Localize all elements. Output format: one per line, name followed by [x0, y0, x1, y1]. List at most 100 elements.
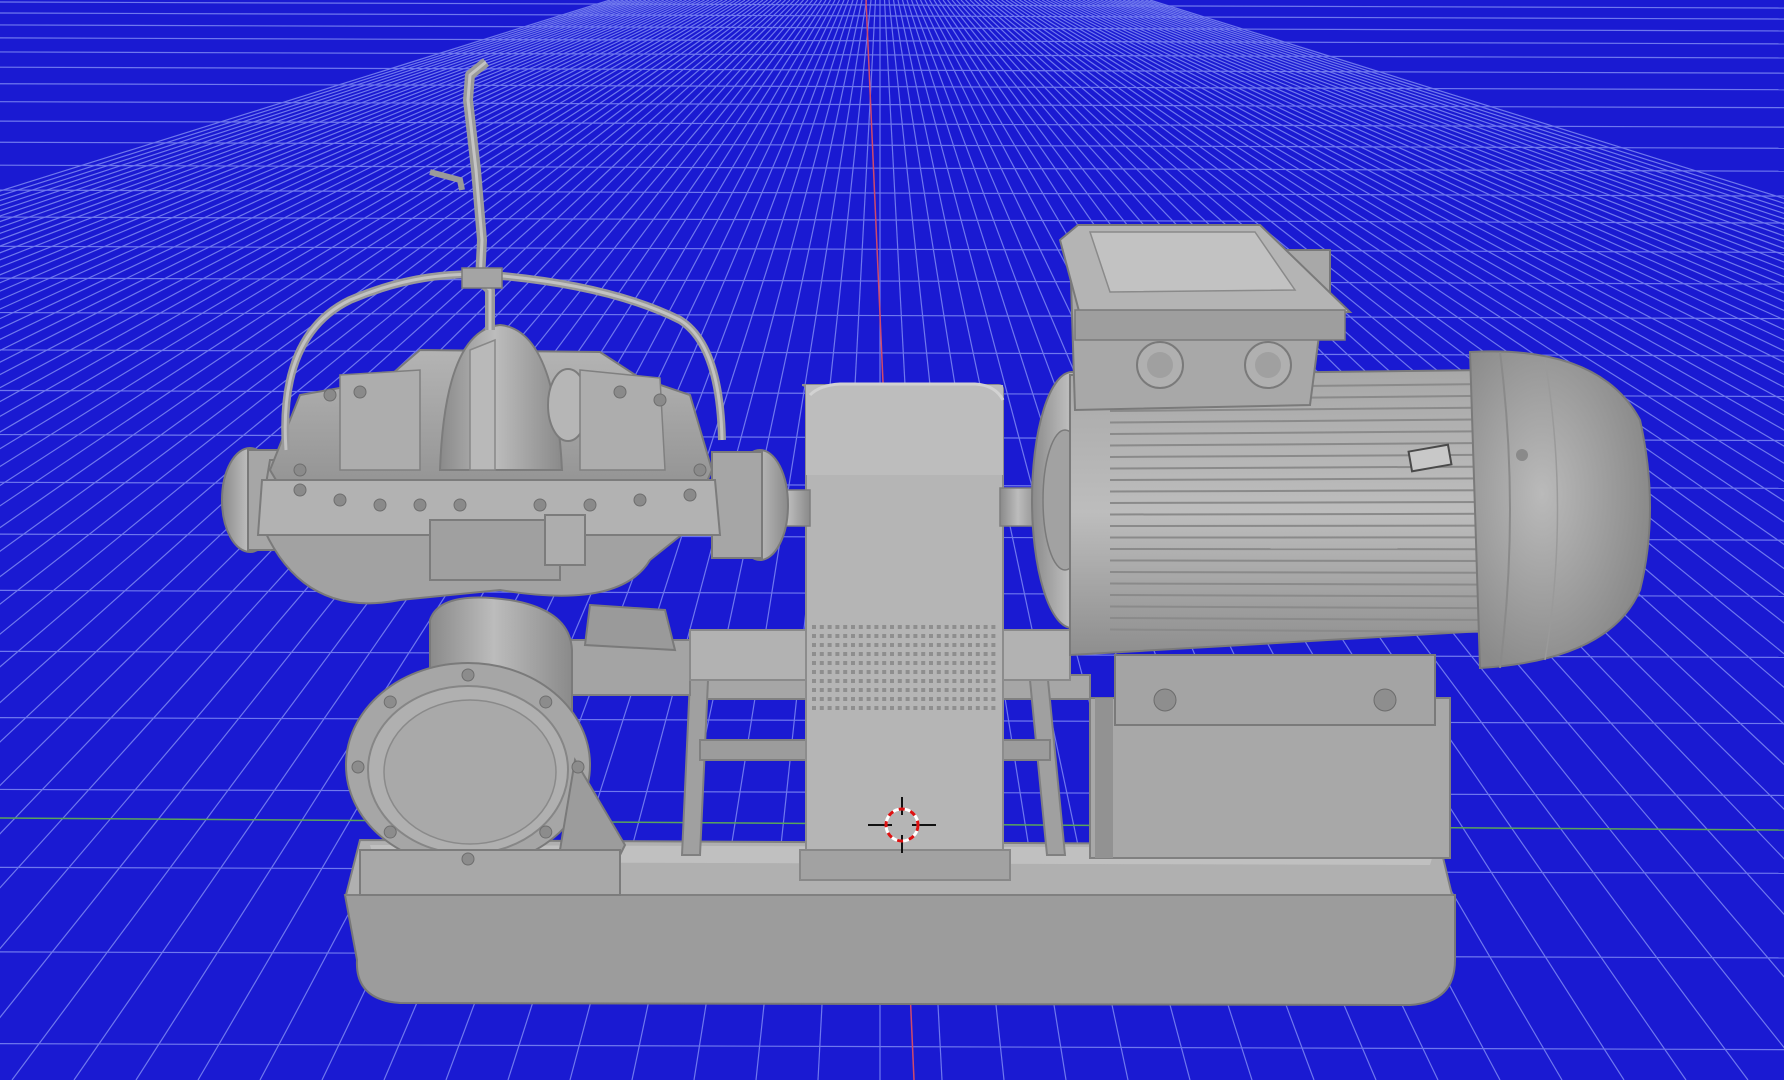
vent-hole [929, 697, 933, 701]
vent-hole [929, 652, 933, 656]
vent-hole [936, 652, 941, 656]
vent-hole [936, 661, 941, 665]
vent-hole [991, 652, 996, 656]
grid-line [0, 164, 1784, 172]
vent-hole [858, 661, 863, 665]
vent-hole [968, 643, 972, 647]
vent-hole [851, 670, 855, 674]
vent-hole [944, 688, 949, 692]
vent-hole [897, 670, 902, 674]
vent-hole [890, 688, 894, 692]
cooling-fin [1109, 582, 1491, 586]
bolt [293, 463, 307, 477]
vent-hole [882, 688, 887, 692]
vent-hole [929, 688, 933, 692]
vent-hole [913, 670, 918, 674]
bolt [693, 463, 707, 477]
vent-hole [921, 706, 926, 710]
vent-hole [944, 697, 949, 701]
vent-hole [874, 661, 879, 665]
vent-hole [952, 634, 957, 638]
vent-hole [812, 688, 816, 692]
vent-hole [874, 634, 879, 638]
vent-hole [890, 670, 894, 674]
vent-hole [851, 643, 855, 647]
vent-hole [874, 688, 879, 692]
vent-hole [944, 634, 949, 638]
vent-hole [812, 670, 816, 674]
vent-hole [819, 670, 824, 674]
bolt [633, 493, 647, 507]
vent-hole [944, 706, 949, 710]
vent-hole [835, 688, 840, 692]
vent-hole [983, 625, 988, 629]
vent-hole [851, 625, 855, 629]
vent-hole [960, 643, 965, 647]
vent-hole [835, 652, 840, 656]
coupling-guard[interactable] [799, 382, 1011, 881]
vent-hole [819, 634, 824, 638]
vent-hole [827, 679, 832, 683]
vent-hole [866, 634, 871, 638]
vent-hole [968, 670, 972, 674]
vent-hole [890, 679, 894, 683]
vent-hole [991, 625, 996, 629]
vent-hole [913, 625, 918, 629]
vent-hole [819, 688, 824, 692]
vent-hole [843, 643, 848, 647]
vent-hole [960, 661, 965, 665]
vent-hole [960, 652, 965, 656]
vent-hole [882, 670, 887, 674]
flange-bolt [383, 695, 397, 709]
vent-hole [929, 634, 933, 638]
cooling-fin [1109, 559, 1491, 562]
bolt [323, 388, 337, 402]
vent-hole [983, 661, 988, 665]
vent-hole [843, 697, 848, 701]
vent-hole [983, 679, 988, 683]
vent-hole [936, 688, 941, 692]
vent-hole [983, 688, 988, 692]
vent-hole [890, 643, 894, 647]
bolt [653, 393, 667, 407]
bolt [453, 498, 467, 512]
vent-hole [874, 670, 879, 674]
vent-hole [936, 643, 941, 647]
vent-hole [851, 688, 855, 692]
vent-hole [936, 670, 941, 674]
vent-hole [858, 706, 863, 710]
grid-line [0, 51, 1784, 59]
vent-hole [975, 697, 980, 701]
grid-line [0, 277, 1784, 285]
vent-hole [812, 706, 816, 710]
vent-hole [905, 634, 910, 638]
3d-viewport[interactable] [0, 0, 1784, 1080]
vent-hole [851, 634, 855, 638]
vent-hole [913, 643, 918, 647]
vent-hole [929, 661, 933, 665]
vent-hole [882, 679, 887, 683]
vent-hole [890, 697, 894, 701]
vent-hole [843, 652, 848, 656]
vent-hole [975, 652, 980, 656]
vent-hole [827, 652, 832, 656]
vent-hole [843, 634, 848, 638]
terminal-box[interactable] [1058, 224, 1353, 412]
cooling-fin [1109, 512, 1491, 516]
vent-hole [874, 643, 879, 647]
vent-hole [882, 652, 887, 656]
vent-hole [890, 625, 894, 629]
vent-hole [983, 670, 988, 674]
vent-hole [851, 679, 855, 683]
vent-hole [968, 697, 972, 701]
vent-hole [835, 634, 840, 638]
bolt [293, 483, 307, 497]
bolt [333, 493, 347, 507]
vent-hole [843, 625, 848, 629]
vent-hole [905, 625, 910, 629]
vent-hole [827, 697, 832, 701]
vent-hole [827, 688, 832, 692]
vent-hole [968, 661, 972, 665]
vent-hole [835, 679, 840, 683]
bolt [373, 498, 387, 512]
